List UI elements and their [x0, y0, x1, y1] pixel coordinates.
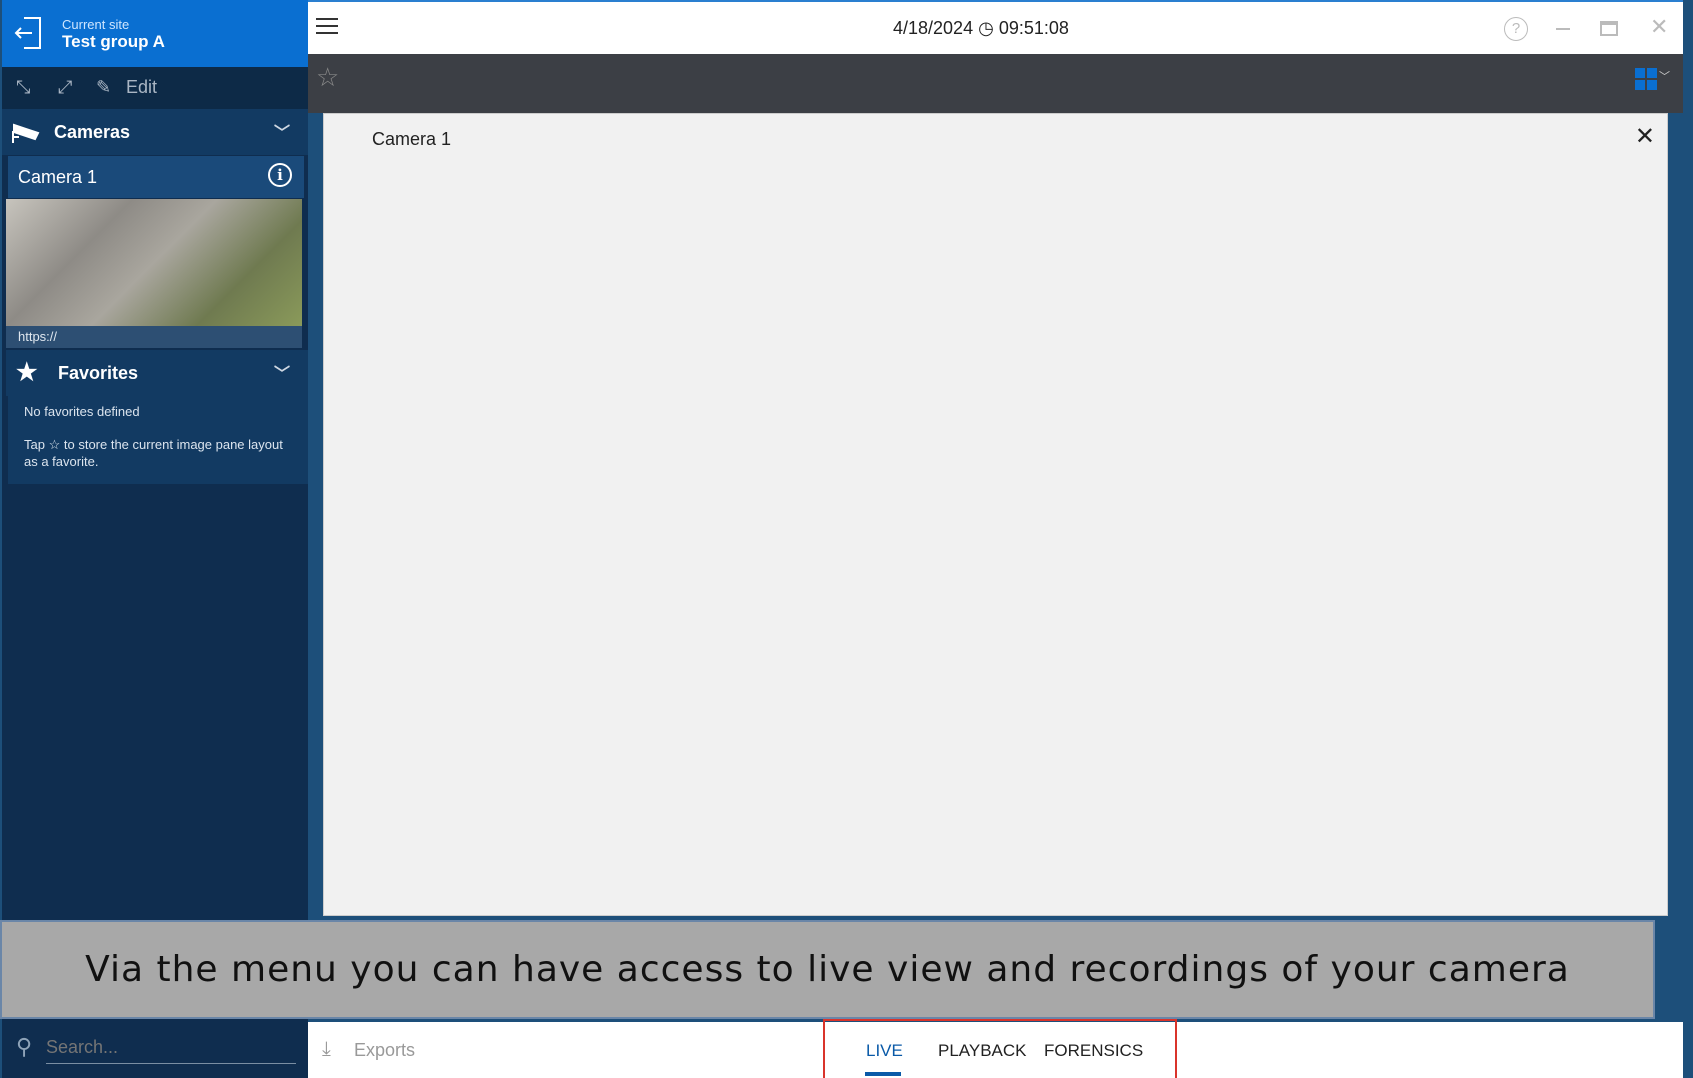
cameras-section-header[interactable]: Cameras ﹀ — [2, 109, 308, 155]
pane-title: Camera 1 — [372, 129, 452, 149]
camera-thumbnail[interactable] — [6, 199, 302, 326]
date: 4/18/2024 — [893, 18, 974, 38]
sidebar-toolbar: ⤡ ⤢ ✎ Edit — [2, 67, 308, 109]
collapse-all-icon[interactable]: ⤡ — [16, 77, 30, 98]
mode-tabs: LIVE PLAYBACK FORENSICS — [823, 1019, 1177, 1078]
close-pane-icon[interactable]: ✕ — [1635, 122, 1655, 151]
current-site-label: Current site — [62, 17, 130, 32]
chevron-down-icon[interactable]: ﹀ — [274, 360, 290, 384]
datetime: 4/18/2024 ◷ 09:51:08 — [893, 18, 1069, 39]
no-favorites-text: No favorites defined — [24, 404, 140, 419]
hint-suffix: to store the current image pane layout a… — [24, 437, 283, 469]
search-bar[interactable]: ⚲ — [2, 1022, 308, 1078]
view-toolbar: ☆ ﹀ — [308, 54, 1683, 113]
search-input[interactable] — [46, 1032, 296, 1064]
chevron-down-icon[interactable]: ﹀ — [274, 119, 290, 143]
favorites-body: No favorites defined Tap ☆ to store the … — [8, 396, 308, 484]
tab-forensics[interactable]: FORENSICS — [1044, 1041, 1143, 1061]
edit-button[interactable]: Edit — [126, 77, 157, 98]
add-favorite-star-icon[interactable]: ☆ — [316, 62, 339, 93]
favorites-title: Favorites — [58, 363, 139, 383]
current-site-header[interactable]: Current site Test group A — [2, 0, 308, 67]
camera-name: Camera 1 — [18, 167, 98, 187]
hamburger-menu-icon[interactable] — [316, 18, 338, 34]
download-icon: ⤓ — [322, 1038, 331, 1060]
camera-icon — [12, 123, 40, 143]
clock-icon: ◷ — [978, 18, 994, 38]
current-site-name: Test group A — [62, 32, 165, 51]
favorites-section-header[interactable]: ★ Favorites ﹀ — [6, 350, 308, 396]
exit-site-icon[interactable] — [14, 16, 44, 50]
search-icon: ⚲ — [16, 1034, 33, 1059]
sidebar: Current site Test group A ⤡ ⤢ ✎ Edit Cam… — [2, 0, 308, 1022]
help-icon[interactable]: ? — [1504, 17, 1528, 41]
cameras-title: Cameras — [54, 122, 131, 142]
star-outline-icon: ☆ — [48, 437, 61, 452]
chevron-down-icon[interactable]: ﹀ — [1659, 68, 1670, 84]
camera-url: https:// — [6, 326, 302, 348]
layout-grid-icon[interactable] — [1635, 68, 1657, 90]
tab-live[interactable]: LIVE — [866, 1041, 903, 1061]
close-window-icon[interactable]: ✕ — [1650, 14, 1668, 40]
star-icon: ★ — [16, 359, 38, 386]
time: 09:51:08 — [998, 18, 1069, 38]
minimize-icon[interactable] — [1556, 28, 1570, 30]
favorites-hint: Tap ☆ to store the current image pane la… — [24, 436, 284, 470]
edit-pencil-icon[interactable]: ✎ — [96, 77, 111, 98]
tutorial-caption: Via the menu you can have access to live… — [0, 920, 1655, 1019]
camera-list-item[interactable]: Camera 1 i — [8, 156, 304, 198]
maximize-icon[interactable] — [1600, 21, 1618, 36]
tab-playback[interactable]: PLAYBACK — [938, 1041, 1027, 1061]
image-pane[interactable]: Camera 1 ✕ — [323, 113, 1668, 916]
exports-button[interactable]: Exports — [354, 1040, 415, 1061]
expand-all-icon[interactable]: ⤢ — [58, 77, 72, 98]
title-bar: 4/18/2024 ◷ 09:51:08 ? ✕ — [308, 0, 1683, 54]
active-tab-indicator — [865, 1072, 901, 1076]
hint-prefix: Tap — [24, 437, 45, 452]
info-icon[interactable]: i — [268, 163, 292, 187]
